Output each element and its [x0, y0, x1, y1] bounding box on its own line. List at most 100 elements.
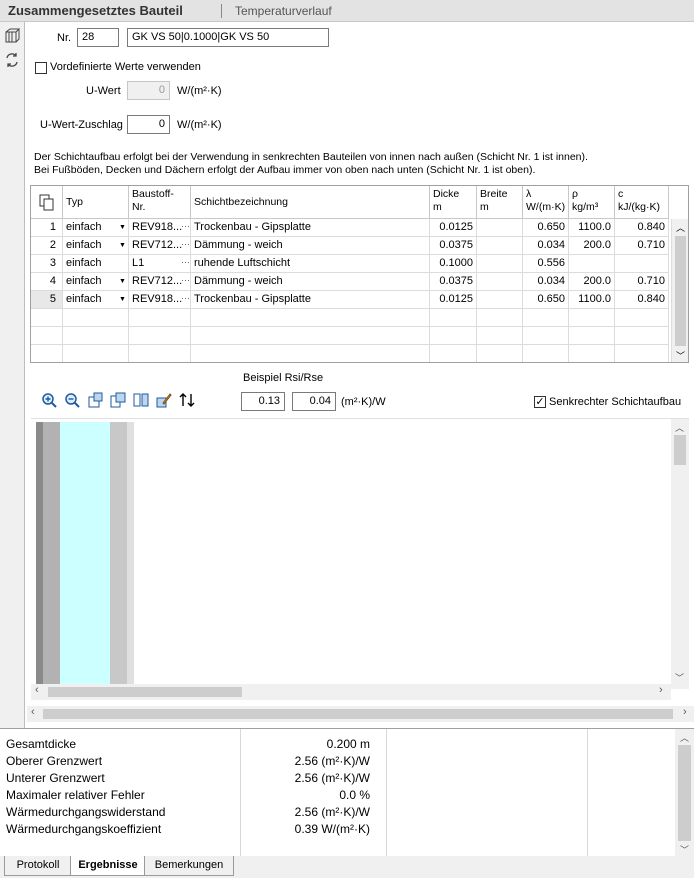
dropdown-arrow-icon[interactable]: ▼	[118, 220, 127, 235]
scroll-up-icon[interactable]: ︿	[675, 421, 684, 434]
results-scrollbar[interactable]: ︿ ﹀	[675, 729, 694, 859]
cell-baustoff[interactable]: REV712... ···	[129, 273, 191, 291]
canvas-vscroll[interactable]: ︿ ﹀	[671, 419, 689, 689]
tab-protokoll[interactable]: Protokoll	[4, 856, 72, 876]
cell-rho[interactable]	[569, 255, 615, 273]
dropdown-arrow-icon[interactable]: ▼	[118, 238, 127, 253]
senkrecht-checkbox[interactable]: ✓	[534, 396, 546, 408]
zuschlag-input[interactable]: 0	[127, 115, 170, 134]
cell-dicke[interactable]: 0.1000	[430, 255, 477, 273]
header-rho[interactable]: ρ kg/m³	[569, 186, 615, 219]
uwert-input[interactable]: 0	[127, 81, 170, 100]
cell-c[interactable]: 0.840	[615, 219, 669, 237]
rsi-input[interactable]: 0.13	[241, 392, 285, 411]
copy-icon[interactable]	[31, 186, 63, 219]
cell-c[interactable]	[615, 255, 669, 273]
tab-bemerkungen[interactable]: Bemerkungen	[144, 856, 234, 876]
cell-dicke[interactable]: 0.0125	[430, 291, 477, 309]
swap-icon[interactable]	[4, 52, 20, 68]
cell-dicke[interactable]: 0.0375	[430, 237, 477, 255]
scroll-up-icon[interactable]: ︿	[676, 221, 685, 234]
tab-temperaturverlauf[interactable]: Temperaturverlauf	[235, 4, 332, 18]
ellipsis-button[interactable]: ···	[181, 219, 190, 236]
zoom-in-icon[interactable]	[40, 392, 58, 410]
scroll-down-icon[interactable]: ﹀	[680, 843, 689, 856]
header-schichtbezeichnung[interactable]: Schichtbezeichnung	[191, 186, 430, 219]
scroll-down-icon[interactable]: ﹀	[675, 671, 684, 684]
header-dicke[interactable]: Dicke m	[430, 186, 477, 219]
dropdown-arrow-icon[interactable]: ▼	[118, 274, 127, 289]
scroll-thumb[interactable]	[43, 709, 673, 719]
zoom-out-icon[interactable]	[63, 392, 81, 410]
scroll-right-icon[interactable]: ›	[683, 706, 687, 718]
cell-baustoff[interactable]: L1 ···	[129, 255, 191, 273]
component-name-input[interactable]: GK VS 50|0.1000|GK VS 50	[127, 28, 329, 47]
ellipsis-button[interactable]: ···	[181, 237, 190, 254]
cell-rho[interactable]: 200.0	[569, 237, 615, 255]
fit-height-icon[interactable]	[109, 392, 127, 410]
cell-nr[interactable]: 5	[31, 291, 63, 309]
book-icon[interactable]	[132, 392, 150, 410]
cell-typ[interactable]: einfach ▼	[63, 237, 129, 255]
ellipsis-button[interactable]: ···	[181, 291, 190, 308]
tab-ergebnisse[interactable]: Ergebnisse	[70, 856, 146, 876]
component-icon[interactable]	[4, 28, 21, 44]
dropdown-arrow-icon[interactable]: ▼	[118, 292, 127, 307]
cell-breite[interactable]	[477, 255, 523, 273]
cell-typ[interactable]: einfach ▼	[63, 219, 129, 237]
fit-width-icon[interactable]	[86, 392, 104, 410]
cell-lambda[interactable]: 0.034	[523, 273, 569, 291]
cell-baustoff[interactable]: REV918... ···	[129, 219, 191, 237]
predefined-checkbox[interactable]	[35, 62, 47, 74]
cell-nr[interactable]: 3	[31, 255, 63, 273]
header-breite[interactable]: Breite m	[477, 186, 523, 219]
scroll-down-icon[interactable]: ﹀	[676, 349, 685, 362]
cell-bez[interactable]: Dämmung - weich	[191, 237, 430, 255]
scroll-up-icon[interactable]: ︿	[680, 731, 689, 744]
header-typ[interactable]: Typ	[63, 186, 129, 219]
table-scrollbar[interactable]: ︿ ﹀	[671, 219, 688, 362]
cell-rho[interactable]: 1100.0	[569, 291, 615, 309]
scroll-left-icon[interactable]: ‹	[35, 684, 39, 696]
cell-rho[interactable]: 200.0	[569, 273, 615, 291]
cell-breite[interactable]	[477, 237, 523, 255]
cell-lambda[interactable]: 0.556	[523, 255, 569, 273]
cell-bez[interactable]: Trockenbau - Gipsplatte	[191, 219, 430, 237]
cell-typ[interactable]: einfach	[63, 255, 129, 273]
cell-c[interactable]: 0.710	[615, 237, 669, 255]
cell-lambda[interactable]: 0.650	[523, 291, 569, 309]
main-hscroll[interactable]: ‹ ›	[27, 706, 694, 722]
scroll-thumb[interactable]	[675, 236, 686, 346]
cell-dicke[interactable]: 0.0125	[430, 219, 477, 237]
ellipsis-button[interactable]: ···	[181, 273, 190, 290]
header-baustoff[interactable]: Baustoff- Nr.	[129, 186, 191, 219]
cell-c[interactable]: 0.710	[615, 273, 669, 291]
cell-breite[interactable]	[477, 219, 523, 237]
cell-lambda[interactable]: 0.034	[523, 237, 569, 255]
cell-baustoff[interactable]: REV712... ···	[129, 237, 191, 255]
header-lambda[interactable]: λ W/(m·K)	[523, 186, 569, 219]
nr-input[interactable]: 28	[77, 28, 119, 47]
scroll-thumb[interactable]	[678, 745, 691, 841]
rse-input[interactable]: 0.04	[292, 392, 336, 411]
cell-breite[interactable]	[477, 291, 523, 309]
cell-rho[interactable]: 1100.0	[569, 219, 615, 237]
sort-icon[interactable]	[178, 392, 196, 410]
header-c[interactable]: c kJ/(kg·K)	[615, 186, 669, 219]
cell-baustoff[interactable]: REV918... ···	[129, 291, 191, 309]
edit-icon[interactable]	[155, 392, 173, 410]
scroll-thumb[interactable]	[674, 435, 686, 465]
cell-typ[interactable]: einfach ▼	[63, 291, 129, 309]
ellipsis-button[interactable]: ···	[181, 255, 190, 272]
cell-nr[interactable]: 1	[31, 219, 63, 237]
scroll-thumb[interactable]	[48, 687, 242, 697]
cell-nr[interactable]: 2	[31, 237, 63, 255]
cell-lambda[interactable]: 0.650	[523, 219, 569, 237]
cell-nr[interactable]: 4	[31, 273, 63, 291]
cell-typ[interactable]: einfach ▼	[63, 273, 129, 291]
cell-dicke[interactable]: 0.0375	[430, 273, 477, 291]
cell-breite[interactable]	[477, 273, 523, 291]
cell-c[interactable]: 0.840	[615, 291, 669, 309]
cell-bez[interactable]: Dämmung - weich	[191, 273, 430, 291]
cell-bez[interactable]: Trockenbau - Gipsplatte	[191, 291, 430, 309]
